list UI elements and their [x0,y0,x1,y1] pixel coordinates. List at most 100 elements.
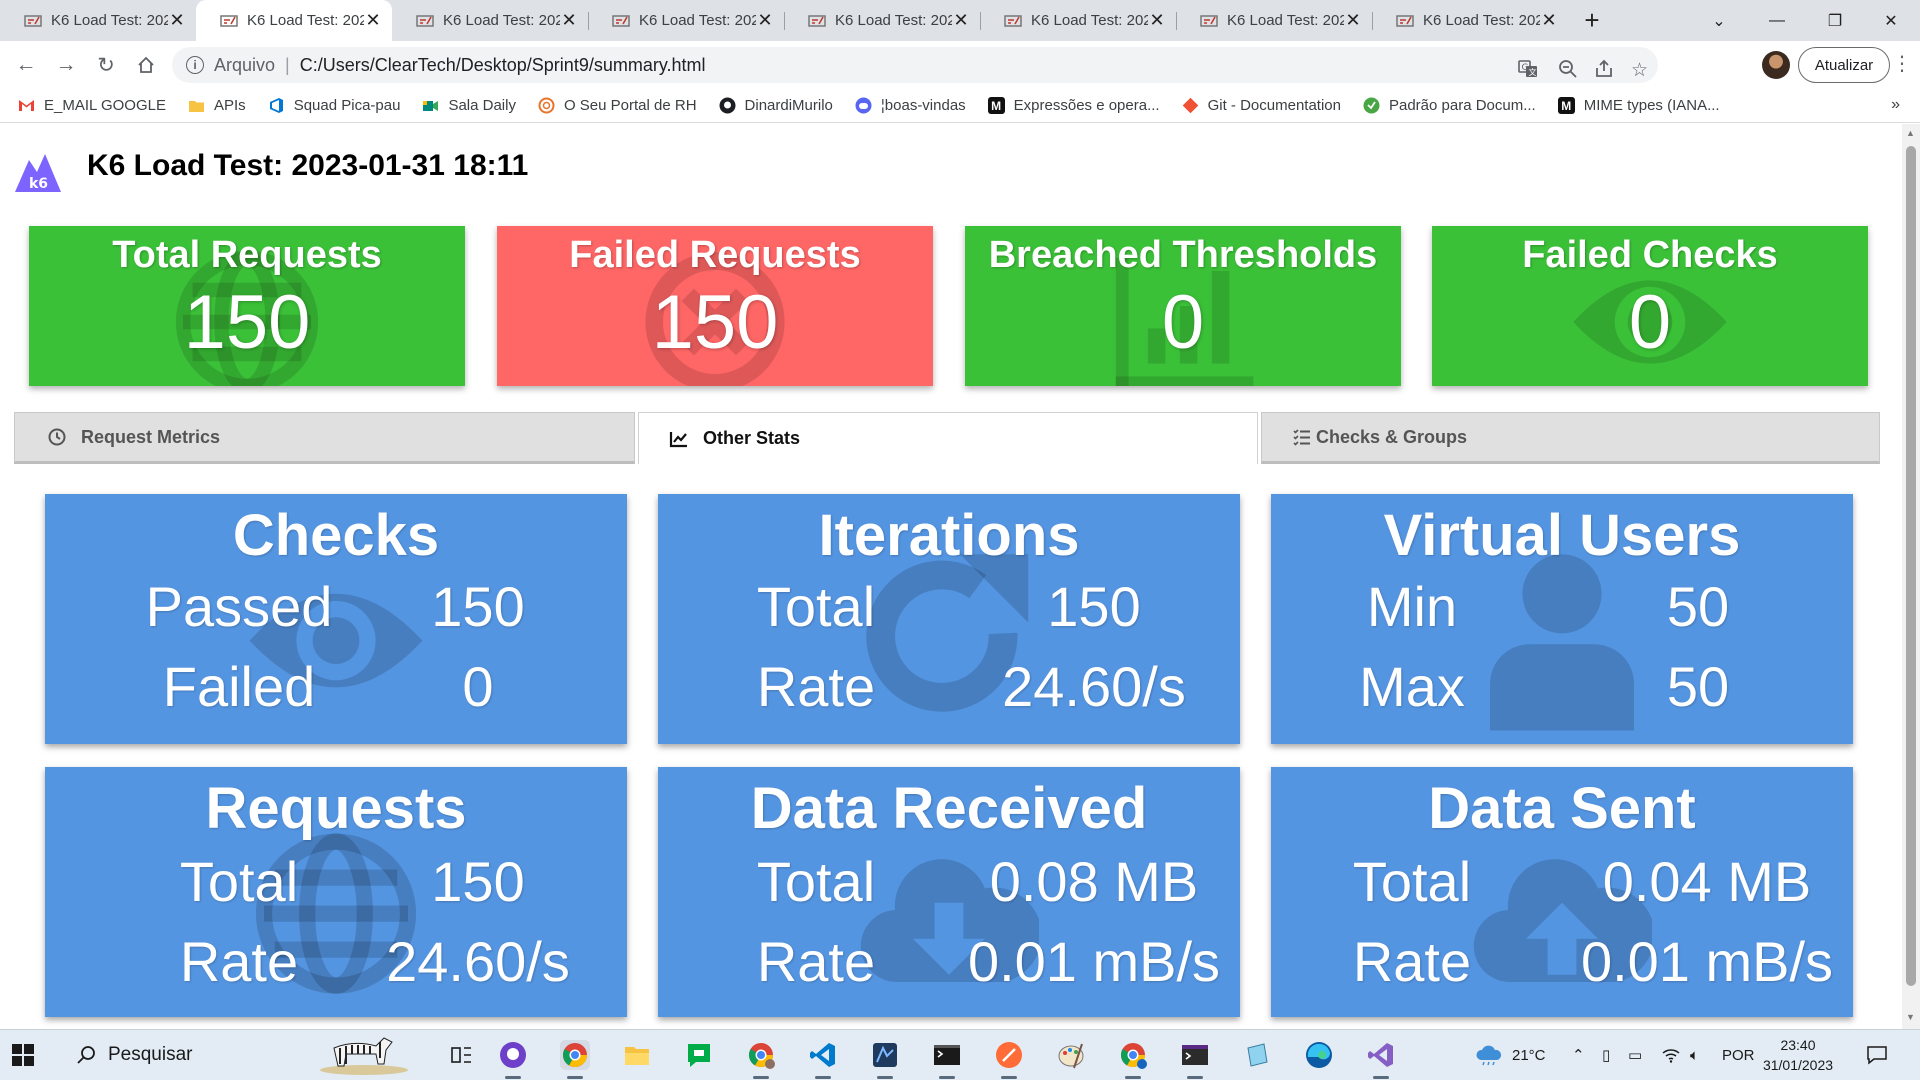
scroll-down-arrow-icon[interactable]: ▼ [1906,1012,1915,1022]
browser-tab-title: K6 Load Test: 2023-01-31 18:11 [639,12,756,29]
more-bookmarks-icon[interactable]: » [1891,96,1900,114]
browser-tab[interactable]: K6 Load Test: 2023-01-31 18:11 ✕ [980,0,1176,41]
profile-avatar[interactable] [1762,51,1790,79]
edge-icon[interactable] [1304,1040,1334,1070]
address-bar[interactable]: i Arquivo | C:/Users/ClearTech/Desktop/S… [172,47,1658,83]
browser-tab[interactable]: K6 Load Test: 2023-01-31 18:11 ✕ [784,0,980,41]
battery-icon[interactable]: ▭ [1628,1030,1642,1080]
weather-widget[interactable]: 21°C [1474,1030,1546,1080]
update-browser-button[interactable]: Atualizar [1798,47,1890,83]
github-desktop-icon[interactable] [498,1040,528,1079]
bookmark-boas-vindas[interactable]: ¦boas-vindas [855,97,966,114]
restore-window-icon[interactable]: ❐ [1806,0,1864,41]
checks-card: Checks Passed 150 Failed 0 [45,494,627,744]
page-scrollbar[interactable]: ▲ ▼ [1902,124,1920,1029]
svg-text:k6: k6 [29,176,48,192]
postman-icon[interactable] [994,1040,1024,1079]
powershell-icon[interactable] [1180,1040,1210,1079]
share-icon[interactable] [1594,59,1614,85]
bookmark-email-google[interactable]: E_MAIL GOOGLE [18,97,166,114]
task-view-icon[interactable] [446,1040,476,1070]
browser-tab[interactable]: K6 Load Test: 2023-01-31 18:11 ✕ [1176,0,1372,41]
notifications-icon[interactable] [1866,1030,1888,1080]
address-separator: | [285,54,290,75]
vscode-icon[interactable] [808,1040,838,1079]
reload-icon[interactable]: ↻ [86,45,126,85]
browser-tab-active[interactable]: K6 Load Test: 2023-01-31 18:11 ✕ [196,0,392,41]
tab-other-stats[interactable]: Other Stats [638,412,1258,464]
card-row-value: 50 [1666,655,1730,718]
close-tab-icon[interactable]: ✕ [952,10,970,31]
zoom-icon[interactable] [1558,59,1578,85]
tab-search-chevron-icon[interactable]: ⌄ [1690,0,1748,41]
input-language[interactable]: POR [1722,1030,1755,1080]
browser-tab-title: K6 Load Test: 2023-01-31 18:11 [1423,12,1540,29]
close-tab-icon[interactable]: ✕ [1540,10,1558,31]
azure-data-studio-icon[interactable] [870,1040,900,1079]
browser-tab-title: K6 Load Test: 2023-01-31 18:11 [1031,12,1148,29]
card-title: Requests [205,776,467,841]
show-hidden-icons-chevron-icon[interactable]: ⌃ [1572,1030,1585,1080]
card-row-value: 0.04 MB [1602,850,1812,913]
browser-menu-icon[interactable]: ⋮ [1892,51,1912,76]
google-chat-icon[interactable] [684,1040,714,1070]
file-explorer-icon[interactable] [622,1040,652,1070]
browser-tab[interactable]: K6 Load Test: 2023-01-31 18:11 ✕ [1372,0,1568,41]
wifi-icon[interactable] [1662,1030,1680,1080]
scrollbar-thumb[interactable] [1906,146,1916,986]
close-tab-icon[interactable]: ✕ [756,10,774,31]
bookmark-mime-types[interactable]: M MIME types (IANA... [1557,97,1720,114]
google-meet-icon [422,97,439,114]
bookmark-portal-rh[interactable]: O Seu Portal de RH [538,97,697,114]
translate-icon[interactable]: G文 [1518,59,1538,85]
taskbar-search-box[interactable]: Pesquisar [62,1030,420,1080]
address-url[interactable]: C:/Users/ClearTech/Desktop/Sprint9/summa… [300,55,706,76]
volume-icon[interactable]: 🔈︎ [1690,1030,1699,1080]
data-received-card: Data Received Total 0.08 MB Rate 0.01 mB… [658,767,1240,1017]
site-info-icon[interactable]: i [186,56,204,74]
bookmark-sala-daily[interactable]: Sala Daily [422,97,516,114]
browser-tab[interactable]: K6 Load Test: 2023-01-31 18:11 ✕ [392,0,588,41]
bookmark-padrao-docum[interactable]: Padrão para Docum... [1363,97,1536,114]
tile-value: 0 [1628,280,1672,365]
close-window-icon[interactable]: ✕ [1862,0,1920,41]
close-tab-icon[interactable]: ✕ [364,10,382,31]
tile-value: 150 [183,280,311,365]
device-icon[interactable]: ▯ [1602,1030,1610,1080]
paint-icon[interactable] [1056,1040,1086,1070]
card-row-value: 150 [431,575,525,638]
minimize-window-icon[interactable]: — [1748,0,1806,41]
bookmark-git-documentation[interactable]: Git - Documentation [1182,97,1341,114]
bookmark-star-icon[interactable]: ☆ [1631,59,1648,82]
tab-request-metrics[interactable]: Request Metrics [14,412,635,464]
browser-tab[interactable]: K6 Load Test: 2023-01-31 18:11 ✕ [0,0,196,41]
taskbar-clock[interactable]: 23:40 31/01/2023 [1762,1035,1834,1075]
close-tab-icon[interactable]: ✕ [168,10,186,31]
browser-tab-title: K6 Load Test: 2023-01-31 18:11 [51,12,168,29]
close-tab-icon[interactable]: ✕ [560,10,578,31]
tab-checks-groups[interactable]: Checks & Groups [1261,412,1880,464]
page-title: K6 Load Test: 2023-01-31 18:11 [87,149,529,182]
scroll-up-arrow-icon[interactable]: ▲ [1906,128,1915,138]
chrome-alt-profile-icon[interactable] [1118,1040,1148,1079]
card-row-label: Max [1359,655,1465,718]
forward-arrow-icon[interactable]: → [46,45,86,85]
chrome-profile-icon[interactable] [746,1040,776,1079]
close-tab-icon[interactable]: ✕ [1344,10,1362,31]
bookmark-dinardimurilo[interactable]: DinardiMurilo [719,97,833,114]
notepad-icon[interactable] [1242,1040,1272,1070]
bookmark-squad-pica-pau[interactable]: Squad Pica-pau [268,97,400,114]
bookmark-label: MIME types (IANA... [1583,97,1720,114]
bookmark-apis[interactable]: APIs [188,97,246,114]
bookmark-expressoes[interactable]: M Expressões e opera... [987,97,1160,114]
windows-start-icon[interactable] [12,1044,34,1066]
new-tab-button[interactable]: + [1568,0,1616,41]
terminal-icon[interactable] [932,1040,962,1079]
chrome-icon[interactable] [560,1040,590,1079]
close-tab-icon[interactable]: ✕ [1148,10,1166,31]
card-row-label: Total [179,850,299,913]
browser-tab[interactable]: K6 Load Test: 2023-01-31 18:11 ✕ [588,0,784,41]
home-icon[interactable] [126,45,166,85]
back-arrow-icon[interactable]: ← [6,45,46,85]
visual-studio-icon[interactable] [1366,1040,1396,1079]
